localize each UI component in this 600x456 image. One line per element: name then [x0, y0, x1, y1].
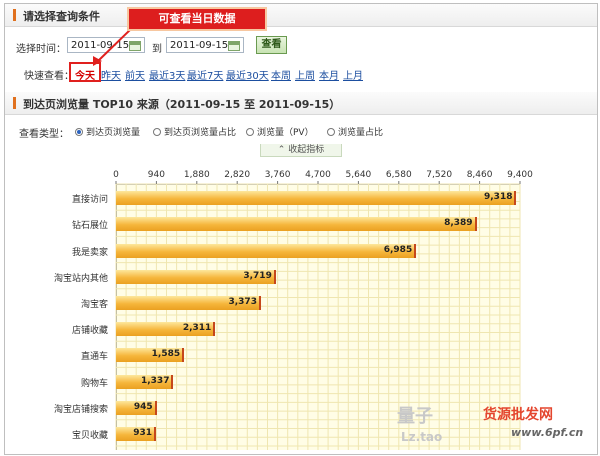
- category-label: 直通车: [80, 352, 108, 363]
- bar-value-label: 931: [133, 427, 152, 438]
- category-label: 店铺收藏: [71, 326, 108, 337]
- radio-dot: [153, 128, 161, 136]
- x-tick-label: 940: [147, 170, 165, 180]
- category-label: 直接访问: [71, 195, 108, 206]
- section-marker: [13, 97, 16, 109]
- category-label: 宝贝收藏: [71, 430, 108, 441]
- collapse-label: 收起指标: [288, 145, 325, 155]
- report-section-header: 到达页浏览量 TOP10 来源（2011-09-15 至 2011-09-15）: [5, 92, 597, 115]
- bar-value-label: 3,719: [243, 270, 272, 281]
- watermark-site: 量子: [397, 406, 433, 427]
- category-label: 钻石展位: [71, 221, 108, 232]
- bar-value-label: 6,985: [383, 244, 413, 255]
- x-tick-label: 1,880: [183, 170, 210, 180]
- radio-landing-pv-share[interactable]: 到达页浏览量占比: [153, 125, 236, 138]
- radio-label: 到达页浏览量占比: [164, 128, 237, 138]
- radio-dot: [246, 128, 254, 136]
- radio-pv-share[interactable]: 浏览量占比: [327, 125, 383, 138]
- bar-value-label: 2,311: [182, 323, 212, 334]
- callout-arrow: [93, 28, 132, 66]
- view-type-label: 查看类型：: [19, 129, 69, 140]
- watermark-url: Lz.tao: [401, 430, 443, 444]
- report-panel: 请选择查询条件 选择时间： 2011-09-15 到 2011-09-15 查看…: [4, 3, 598, 455]
- collapse-metrics-tab[interactable]: ⌃ 收起指标: [260, 144, 342, 157]
- x-tick-label: 7,520: [426, 170, 453, 180]
- radio-landing-pv[interactable]: 到达页浏览量: [75, 125, 140, 138]
- x-tick-label: 6,580: [385, 170, 412, 180]
- category-label: 淘宝店铺搜索: [53, 404, 108, 415]
- category-label: 淘宝客: [80, 299, 108, 310]
- radio-dot-selected: [75, 128, 83, 136]
- callout-today-data: 可查看当日数据: [127, 7, 267, 31]
- radio-pv[interactable]: 浏览量（PV）: [246, 125, 314, 138]
- category-label: 淘宝站内其他: [53, 273, 108, 284]
- x-tick-label: 2,820: [224, 170, 251, 180]
- bar[interactable]: [116, 191, 517, 206]
- radio-label: 浏览量占比: [338, 128, 384, 138]
- report-section-title: 到达页浏览量 TOP10 来源（2011-09-15 至 2011-09-15）: [23, 98, 341, 111]
- chevron-up-icon: ⌃: [277, 145, 286, 155]
- watermark-domain: www.6pf.cn: [511, 426, 584, 439]
- radio-label: 到达页浏览量: [86, 128, 141, 138]
- bar-value-label: 3,373: [228, 296, 257, 307]
- bar-value-label: 1,337: [140, 375, 170, 386]
- bar-value-label: 8,389: [444, 218, 473, 229]
- radio-label: 浏览量（PV）: [257, 128, 314, 138]
- watermark-badge: 货源批发网: [483, 407, 553, 423]
- category-label: 我是卖家: [71, 247, 108, 258]
- x-tick-label: 0: [113, 170, 119, 180]
- x-tick-label: 3,760: [264, 170, 291, 180]
- bar[interactable]: [116, 217, 477, 232]
- x-tick-label: 8,460: [466, 170, 493, 180]
- x-tick-label: 5,640: [345, 170, 372, 180]
- x-tick-label: 9,400: [507, 170, 533, 180]
- radio-dot: [327, 128, 335, 136]
- bar-value-label: 1,585: [151, 349, 181, 360]
- bar-value-label: 945: [133, 401, 153, 412]
- category-label: 购物车: [80, 378, 108, 389]
- bar[interactable]: [116, 243, 417, 258]
- x-tick-label: 4,700: [305, 170, 331, 180]
- bar-value-label: 9,318: [484, 192, 513, 203]
